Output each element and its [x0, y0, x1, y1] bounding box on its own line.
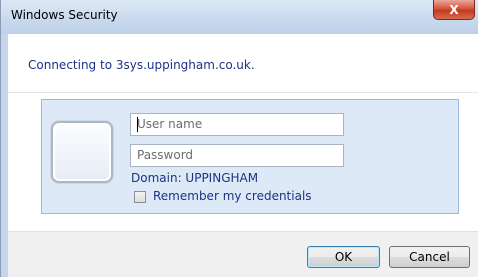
user-tile-icon: [51, 121, 113, 183]
password-placeholder: Password: [137, 148, 194, 162]
remember-credentials-label[interactable]: Remember my credentials: [153, 189, 312, 203]
username-placeholder: User name: [137, 117, 203, 131]
windows-security-dialog: Windows Security X Connecting to 3sys.up…: [0, 0, 478, 277]
text-caret: [137, 117, 138, 132]
domain-label: Domain: UPPINGHAM: [131, 171, 259, 185]
ok-button[interactable]: OK: [307, 246, 380, 268]
window-title: Windows Security: [11, 8, 118, 22]
separator: [8, 92, 478, 93]
username-field[interactable]: User name: [130, 113, 344, 136]
remember-credentials-checkbox[interactable]: [134, 191, 146, 203]
cancel-button[interactable]: Cancel: [389, 246, 470, 268]
close-button[interactable]: X: [433, 0, 475, 20]
title-bar[interactable]: Windows Security X: [1, 0, 478, 34]
connecting-message: Connecting to 3sys.uppingham.co.uk.: [28, 58, 255, 72]
close-icon: X: [449, 2, 459, 17]
password-field[interactable]: Password: [130, 144, 344, 167]
